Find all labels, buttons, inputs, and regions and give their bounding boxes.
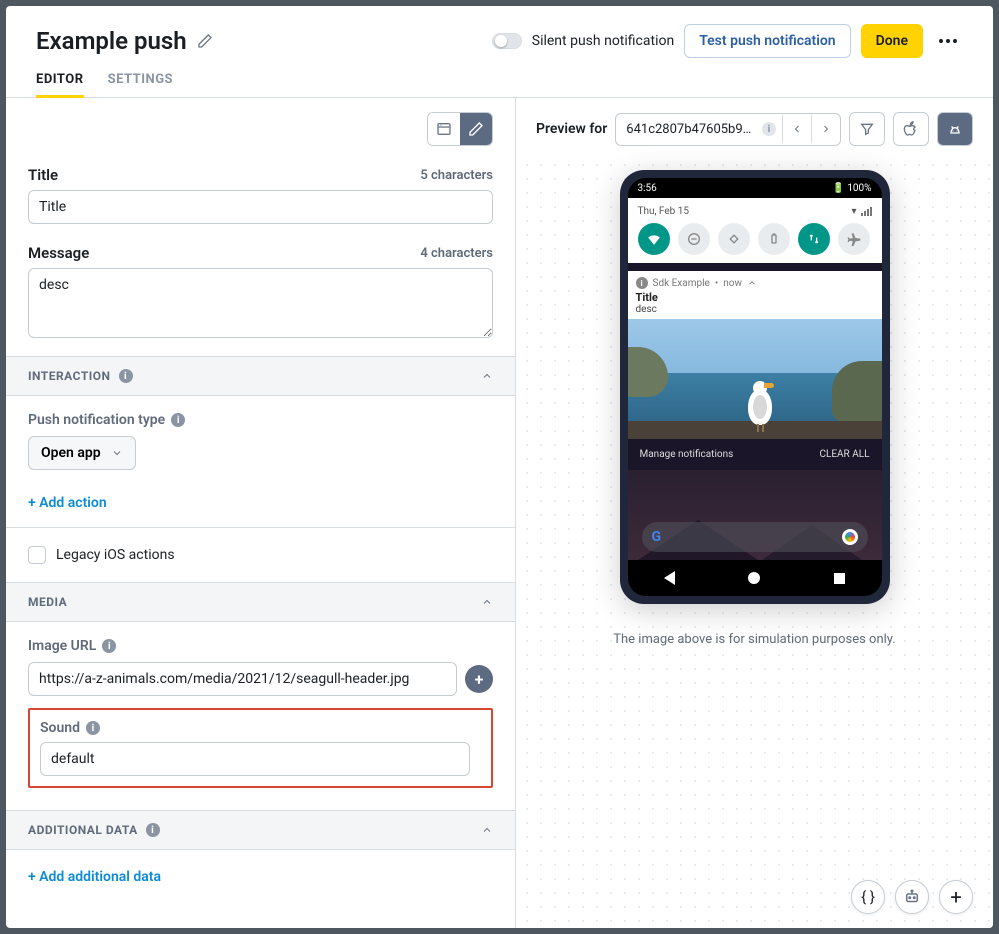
message-char-count: 4 characters — [420, 246, 493, 261]
notif-image — [628, 319, 882, 439]
sound-label: Sound — [40, 720, 80, 736]
floating-buttons: { } + — [851, 880, 973, 914]
google-search-bar: G — [642, 522, 868, 552]
tab-settings[interactable]: SETTINGS — [108, 72, 174, 97]
preview-for-label: Preview for — [536, 121, 607, 137]
assistant-icon — [842, 529, 858, 545]
edit-title-icon[interactable] — [197, 33, 213, 49]
message-input[interactable]: desc — [28, 268, 493, 338]
additional-section-label: ADDITIONAL DATA — [28, 823, 138, 837]
phone-mockup: 3:56 🔋 100% Thu, Feb 15 ▾ — [620, 170, 890, 604]
quick-settings — [638, 223, 872, 255]
preview-bar: Preview for 641c2807b47605b9... i — [516, 98, 993, 160]
nav-back-icon — [664, 571, 675, 585]
info-icon[interactable]: i — [102, 639, 116, 653]
nav-home-icon — [748, 572, 760, 584]
next-user-button[interactable] — [811, 115, 840, 143]
push-type-value: Open app — [41, 445, 101, 461]
title-label: Title — [28, 166, 58, 184]
chevron-down-icon — [111, 447, 123, 459]
phone-navbar — [628, 560, 882, 596]
preview-user-id: 641c2807b47605b9... — [616, 114, 762, 145]
android-preview-button[interactable] — [937, 112, 973, 146]
bot-button[interactable] — [895, 880, 929, 914]
test-push-button[interactable]: Test push notification — [684, 24, 850, 58]
legacy-ios-label: Legacy iOS actions — [56, 547, 175, 563]
dnd-icon — [678, 223, 710, 255]
tab-editor[interactable]: EDITOR — [36, 72, 84, 97]
notif-actions: Manage notifications CLEAR ALL — [628, 439, 882, 470]
title-text: Example push — [36, 27, 187, 55]
phone-date: Thu, Feb 15 — [638, 206, 690, 217]
title-input[interactable] — [28, 190, 493, 224]
phone-status-bar: 3:56 🔋 100% — [628, 178, 882, 198]
chevron-up-icon — [481, 370, 493, 382]
notif-app-name: Sdk Example — [653, 278, 710, 289]
info-icon[interactable]: i — [86, 721, 100, 735]
data-icon — [798, 223, 830, 255]
rotate-icon — [718, 223, 750, 255]
media-section-label: MEDIA — [28, 595, 67, 609]
info-icon[interactable]: i — [762, 122, 776, 136]
wifi-icon — [638, 223, 670, 255]
ios-preview-button[interactable] — [893, 112, 929, 146]
json-button[interactable]: { } — [851, 880, 885, 914]
edit-mode-button[interactable] — [460, 113, 492, 145]
interaction-section-label: INTERACTION — [28, 369, 111, 383]
push-type-dropdown[interactable]: Open app — [28, 436, 136, 470]
add-action-button[interactable]: + Add action — [28, 495, 107, 511]
chevron-up-icon — [481, 824, 493, 836]
message-label: Message — [28, 244, 89, 262]
add-additional-data-button[interactable]: + Add additional data — [28, 869, 161, 885]
filter-button[interactable] — [849, 112, 885, 146]
notif-desc: desc — [628, 304, 882, 319]
notif-when: now — [723, 278, 742, 289]
add-image-url-button[interactable]: + — [465, 665, 493, 693]
done-button[interactable]: Done — [861, 24, 923, 58]
manage-notifications: Manage notifications — [640, 449, 734, 460]
battery-icon — [758, 223, 790, 255]
form-mode-button[interactable] — [428, 113, 460, 145]
notification-card: i Sdk Example • now Title desc — [628, 271, 882, 439]
chevron-up-icon — [747, 278, 757, 288]
clear-all: CLEAR ALL — [819, 449, 869, 460]
phone-wallpaper: G — [628, 470, 882, 560]
editor-toolbar — [6, 98, 515, 160]
push-type-label: Push notification type — [28, 412, 165, 428]
legacy-ios-checkbox[interactable] — [28, 546, 46, 564]
interaction-section-header[interactable]: INTERACTION i — [6, 356, 515, 396]
silent-toggle[interactable] — [492, 33, 522, 49]
media-section-header[interactable]: MEDIA — [6, 582, 515, 622]
notif-title: Title — [628, 291, 882, 304]
tabs: EDITOR SETTINGS — [6, 58, 993, 98]
preview-user-select[interactable]: 641c2807b47605b9... i — [615, 113, 841, 146]
page-title: Example push — [36, 27, 213, 55]
editor-panel: Title 5 characters Message 4 characters … — [6, 98, 516, 928]
image-url-label: Image URL — [28, 638, 96, 654]
header: Example push Silent push notification Te… — [6, 6, 993, 58]
app-window: Example push Silent push notification Te… — [6, 6, 993, 928]
additional-section-header[interactable]: ADDITIONAL DATA i — [6, 810, 515, 850]
prev-user-button[interactable] — [782, 115, 811, 143]
sound-input[interactable] — [40, 742, 470, 776]
phone-signal: ▾ — [851, 206, 871, 217]
airplane-icon — [838, 223, 870, 255]
phone-battery: 🔋 100% — [832, 183, 871, 194]
info-icon[interactable]: i — [146, 823, 160, 837]
chevron-up-icon — [481, 596, 493, 608]
preview-panel: Preview for 641c2807b47605b9... i — [516, 98, 993, 928]
more-menu-icon[interactable] — [933, 33, 963, 49]
sound-highlight: Sound i — [28, 708, 493, 788]
info-icon[interactable]: i — [119, 369, 133, 383]
title-char-count: 5 characters — [420, 168, 493, 183]
simulation-note: The image above is for simulation purpos… — [613, 632, 895, 647]
silent-toggle-label: Silent push notification — [532, 33, 674, 49]
image-url-input[interactable] — [28, 662, 457, 696]
notif-app-icon: i — [636, 277, 648, 289]
phone-time: 3:56 — [638, 183, 657, 194]
google-logo-icon: G — [652, 529, 662, 545]
info-icon[interactable]: i — [171, 413, 185, 427]
add-button[interactable]: + — [939, 880, 973, 914]
nav-recents-icon — [834, 573, 845, 584]
